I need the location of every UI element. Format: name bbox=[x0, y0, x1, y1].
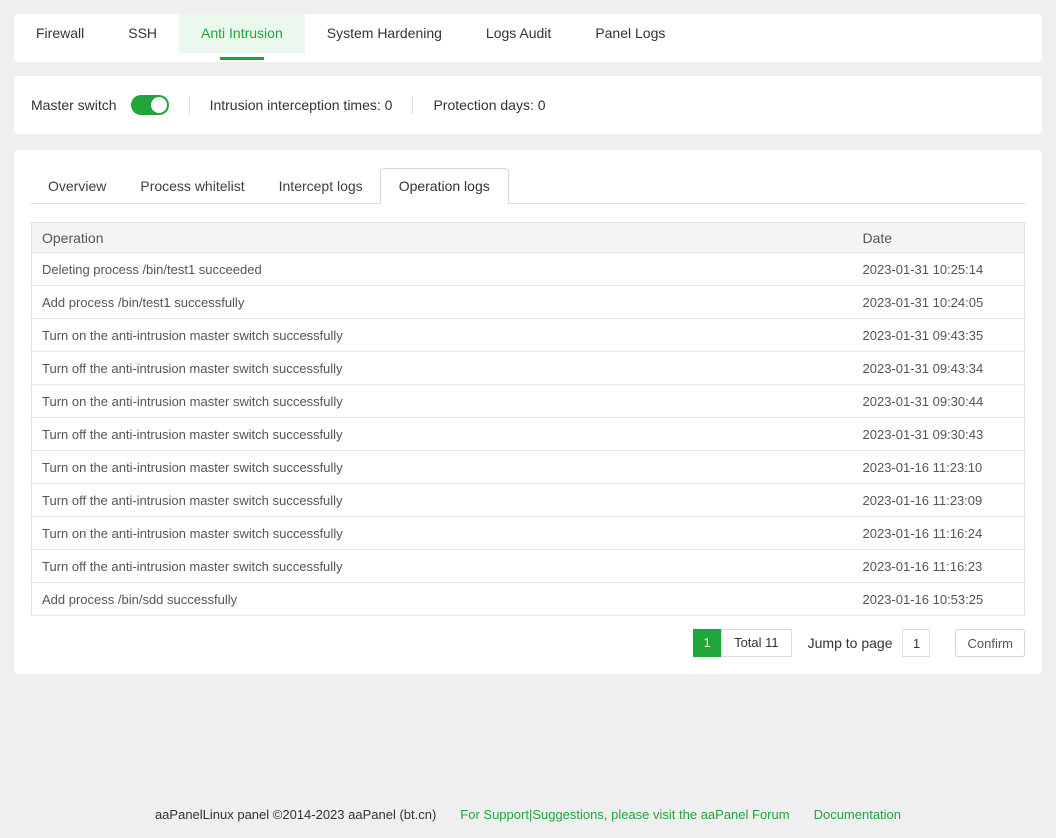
table-row: Turn off the anti-intrusion master switc… bbox=[32, 484, 1025, 517]
date-cell: 2023-01-16 11:16:23 bbox=[853, 550, 1025, 583]
table-header-row: Operation Date bbox=[32, 223, 1025, 253]
inner-tab-overview[interactable]: Overview bbox=[31, 168, 123, 204]
date-cell: 2023-01-31 10:25:14 bbox=[853, 253, 1025, 286]
jump-to-page-input[interactable] bbox=[902, 629, 930, 657]
date-cell: 2023-01-31 09:43:35 bbox=[853, 319, 1025, 352]
table-row: Turn on the anti-intrusion master switch… bbox=[32, 319, 1025, 352]
table-row: Turn off the anti-intrusion master switc… bbox=[32, 418, 1025, 451]
column-header-date: Date bbox=[853, 223, 1025, 253]
top-tab-panel-logs[interactable]: Panel Logs bbox=[573, 14, 687, 53]
confirm-button[interactable]: Confirm bbox=[955, 629, 1025, 657]
operation-cell: Turn on the anti-intrusion master switch… bbox=[32, 385, 853, 418]
operation-cell: Deleting process /bin/test1 succeeded bbox=[32, 253, 853, 286]
interception-times-stat: Intrusion interception times: 0 bbox=[210, 97, 393, 113]
date-cell: 2023-01-31 09:43:34 bbox=[853, 352, 1025, 385]
table-row: Deleting process /bin/test1 succeeded 20… bbox=[32, 253, 1025, 286]
support-forum-link[interactable]: For Support|Suggestions, please visit th… bbox=[460, 807, 789, 822]
table-row: Turn on the anti-intrusion master switch… bbox=[32, 451, 1025, 484]
date-cell: 2023-01-16 11:23:10 bbox=[853, 451, 1025, 484]
protection-days-stat: Protection days: 0 bbox=[433, 97, 545, 113]
table-row: Add process /bin/test1 successfully 2023… bbox=[32, 286, 1025, 319]
operation-logs-table: Operation Date Deleting process /bin/tes… bbox=[31, 222, 1025, 616]
operation-cell: Turn on the anti-intrusion master switch… bbox=[32, 517, 853, 550]
operation-cell: Turn on the anti-intrusion master switch… bbox=[32, 319, 853, 352]
master-switch-label: Master switch bbox=[31, 97, 117, 113]
current-page-button[interactable]: 1 bbox=[693, 629, 721, 657]
divider bbox=[412, 96, 413, 114]
page: Firewall SSH Anti Intrusion System Harde… bbox=[0, 0, 1056, 688]
operation-cell: Turn off the anti-intrusion master switc… bbox=[32, 550, 853, 583]
date-cell: 2023-01-31 09:30:43 bbox=[853, 418, 1025, 451]
table-row: Turn on the anti-intrusion master switch… bbox=[32, 517, 1025, 550]
top-tab-firewall[interactable]: Firewall bbox=[14, 14, 106, 53]
pagination: 1 Total 11 Jump to page Confirm bbox=[31, 629, 1025, 657]
date-cell: 2023-01-16 10:53:25 bbox=[853, 583, 1025, 616]
date-cell: 2023-01-31 10:24:05 bbox=[853, 286, 1025, 319]
status-bar: Master switch Intrusion interception tim… bbox=[14, 76, 1042, 134]
table-row: Turn on the anti-intrusion master switch… bbox=[32, 385, 1025, 418]
top-tab-logs-audit[interactable]: Logs Audit bbox=[464, 14, 573, 53]
operation-cell: Add process /bin/sdd successfully bbox=[32, 583, 853, 616]
date-cell: 2023-01-16 11:16:24 bbox=[853, 517, 1025, 550]
logs-tabbar: Overview Process whitelist Intercept log… bbox=[31, 168, 1025, 204]
date-cell: 2023-01-16 11:23:09 bbox=[853, 484, 1025, 517]
table-row: Turn off the anti-intrusion master switc… bbox=[32, 550, 1025, 583]
total-count-badge: Total 11 bbox=[721, 629, 792, 657]
divider bbox=[189, 96, 190, 114]
date-cell: 2023-01-31 09:30:44 bbox=[853, 385, 1025, 418]
anti-intrusion-panel: Overview Process whitelist Intercept log… bbox=[14, 150, 1042, 674]
footer: aaPanelLinux panel ©2014-2023 aaPanel (b… bbox=[0, 807, 1056, 822]
copyright-text: aaPanelLinux panel ©2014-2023 aaPanel (b… bbox=[155, 807, 436, 822]
table-row: Turn off the anti-intrusion master switc… bbox=[32, 352, 1025, 385]
inner-tab-process-whitelist[interactable]: Process whitelist bbox=[123, 168, 261, 204]
inner-tab-operation-logs[interactable]: Operation logs bbox=[380, 168, 509, 204]
top-tab-anti-intrusion[interactable]: Anti Intrusion bbox=[179, 14, 305, 53]
operation-cell: Turn off the anti-intrusion master switc… bbox=[32, 352, 853, 385]
master-switch-toggle[interactable] bbox=[131, 95, 169, 115]
operation-cell: Turn on the anti-intrusion master switch… bbox=[32, 451, 853, 484]
jump-to-page-label: Jump to page bbox=[808, 635, 893, 651]
top-tab-system-hardening[interactable]: System Hardening bbox=[305, 14, 464, 53]
inner-tab-intercept-logs[interactable]: Intercept logs bbox=[262, 168, 380, 204]
table-row: Add process /bin/sdd successfully 2023-0… bbox=[32, 583, 1025, 616]
operation-cell: Add process /bin/test1 successfully bbox=[32, 286, 853, 319]
security-tabbar: Firewall SSH Anti Intrusion System Harde… bbox=[14, 14, 1042, 62]
column-header-operation: Operation bbox=[32, 223, 853, 253]
top-tab-ssh[interactable]: SSH bbox=[106, 14, 179, 53]
toggle-knob bbox=[151, 97, 167, 113]
operation-cell: Turn off the anti-intrusion master switc… bbox=[32, 484, 853, 517]
operation-cell: Turn off the anti-intrusion master switc… bbox=[32, 418, 853, 451]
documentation-link[interactable]: Documentation bbox=[814, 807, 901, 822]
